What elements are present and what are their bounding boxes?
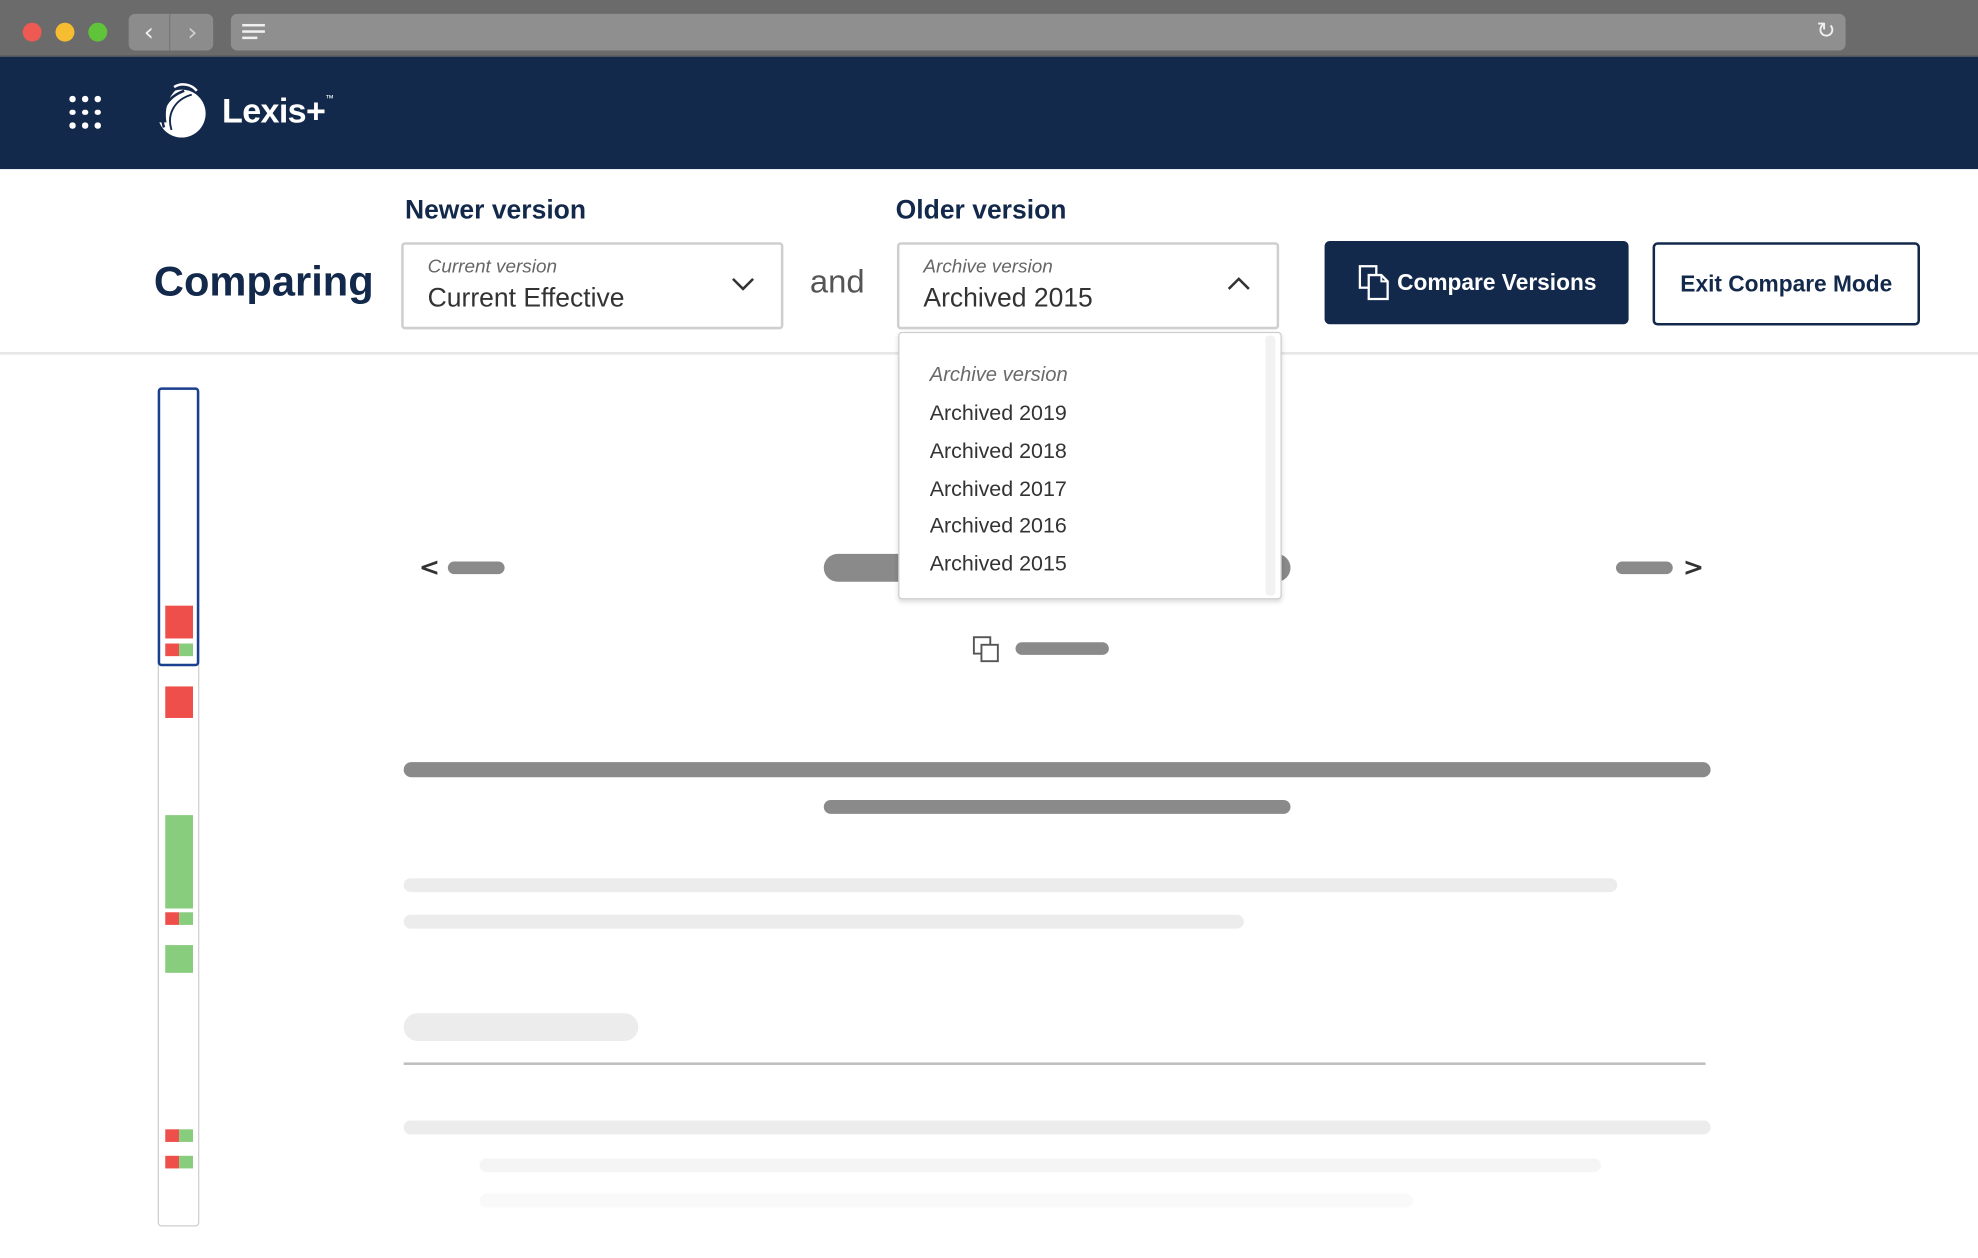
dropdown-option-2019[interactable]: Archived 2019	[930, 401, 1067, 426]
minimap-viewport[interactable]	[157, 387, 200, 667]
minimap-addition-mark	[165, 945, 194, 973]
older-version-label: Older version	[895, 195, 1067, 225]
copy-icon[interactable]	[971, 635, 1001, 665]
older-version-dropdown: Archive version Archived 2019 Archived 2…	[898, 331, 1282, 600]
minimap-addition-mark	[179, 1155, 194, 1169]
citation-placeholder	[1015, 642, 1109, 655]
reload-icon[interactable]: ↻	[1816, 18, 1835, 44]
exit-compare-mode-button[interactable]: Exit Compare Mode	[1652, 242, 1921, 326]
heading-line-placeholder	[403, 762, 1711, 778]
browser-nav-group: ‹ ›	[128, 13, 214, 51]
dropdown-option-2016[interactable]: Archived 2016	[930, 514, 1067, 539]
dropdown-option-2017[interactable]: Archived 2017	[930, 477, 1067, 502]
chevron-up-icon	[1227, 277, 1250, 290]
grid-menu-icon[interactable]	[69, 95, 101, 129]
address-bar[interactable]: ↻	[230, 13, 1846, 51]
trademark: ™	[325, 94, 335, 104]
reader-menu-icon[interactable]	[242, 23, 265, 40]
older-version-caption: Archive version	[923, 256, 1053, 278]
minimize-window-button[interactable]	[55, 22, 75, 42]
previous-section-placeholder	[447, 561, 505, 575]
compare-versions-button[interactable]: Compare Versions	[1324, 241, 1629, 325]
next-section-button[interactable]: >	[1683, 551, 1704, 581]
older-version-select[interactable]: Archive version Archived 2015	[896, 242, 1280, 330]
maximize-window-button[interactable]	[88, 22, 108, 42]
text-line-placeholder	[403, 1120, 1711, 1135]
minimap-deletion-mark	[165, 912, 180, 925]
newer-version-select[interactable]: Current version Current Effective	[401, 242, 784, 330]
close-window-button[interactable]	[22, 22, 42, 42]
compare-toolbar: Comparing Newer version Current version …	[0, 169, 1978, 355]
older-version-value: Archived 2015	[923, 283, 1093, 313]
label-placeholder	[403, 1013, 639, 1041]
next-section-placeholder	[1615, 561, 1673, 575]
newer-version-label: Newer version	[404, 195, 587, 225]
and-connector: and	[809, 262, 865, 301]
screen: ‹ › ↻ Lexis+ ™ Comparing Newer version C…	[0, 0, 1978, 1258]
text-line-placeholder	[479, 1158, 1601, 1173]
browser-toolbar: ‹ › ↻	[0, 0, 1978, 57]
text-line-placeholder	[403, 914, 1244, 929]
brand-name: Lexis+	[222, 91, 326, 130]
section-divider	[403, 1062, 1706, 1065]
minimap-deletion-mark	[165, 1129, 180, 1142]
minimap-deletion-mark	[165, 686, 194, 718]
compare-documents-icon	[1359, 265, 1390, 301]
lexis-logo-icon	[157, 83, 206, 138]
previous-section-button[interactable]: <	[419, 551, 440, 581]
app-header: Lexis+ ™	[0, 56, 1978, 170]
page-title: Comparing	[153, 257, 374, 305]
dropdown-group-header: Archive version	[929, 364, 1068, 387]
minimap-addition-mark	[179, 1129, 194, 1142]
newer-version-caption: Current version	[427, 256, 558, 278]
compare-versions-label: Compare Versions	[1397, 269, 1597, 295]
minimap-addition-mark	[179, 912, 194, 925]
newer-version-value: Current Effective	[427, 283, 625, 313]
subheading-line-placeholder	[823, 799, 1291, 814]
brand-logo[interactable]: Lexis+ ™	[149, 79, 334, 142]
dropdown-option-2015[interactable]: Archived 2015	[930, 551, 1067, 576]
chevron-down-icon	[732, 277, 755, 291]
minimap-deletion-mark	[165, 1155, 180, 1169]
minimap-addition-mark	[165, 815, 194, 909]
text-line-placeholder	[403, 878, 1618, 893]
dropdown-option-2018[interactable]: Archived 2018	[930, 439, 1067, 464]
text-line-placeholder	[479, 1193, 1413, 1208]
back-button[interactable]: ‹	[129, 13, 171, 51]
forward-button[interactable]: ›	[172, 14, 214, 51]
dropdown-scrollbar[interactable]	[1265, 335, 1276, 596]
